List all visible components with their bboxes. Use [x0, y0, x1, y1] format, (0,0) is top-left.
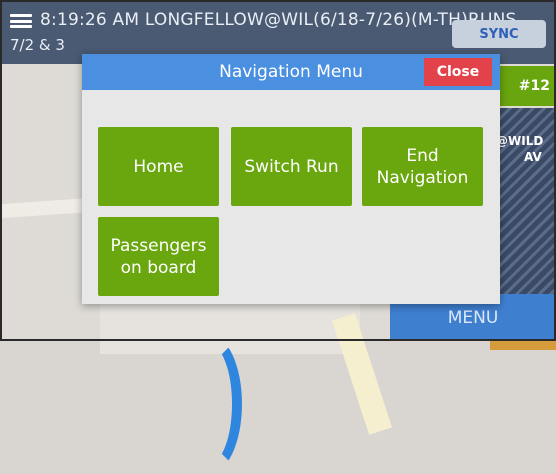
route-line [176, 334, 242, 474]
screen-frame [0, 0, 556, 341]
